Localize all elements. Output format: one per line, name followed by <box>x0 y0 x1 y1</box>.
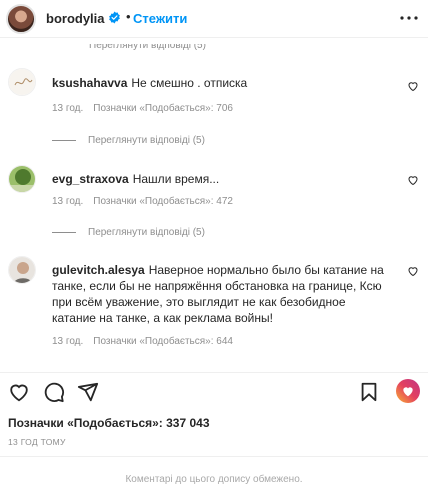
comment-like-heart-icon[interactable] <box>407 174 419 186</box>
heart-story-icon <box>403 387 413 397</box>
post-likes-count[interactable]: Позначки «Подобається»: 337 043 <box>8 416 210 430</box>
comment-meta: 13 год. Позначки «Подобається»: 706 <box>52 103 243 114</box>
comment-body: ksushahavva Не смешно . отписка <box>52 75 392 91</box>
script-logo-avatar-image <box>9 69 35 95</box>
verified-badge-icon <box>109 11 120 24</box>
comment-like-heart-icon[interactable] <box>407 80 419 92</box>
comment-likes-count[interactable]: Позначки «Подобається»: 472 <box>93 196 233 207</box>
post-time-ago[interactable]: 13 ГОД ТОМУ <box>8 437 66 447</box>
share-send-icon[interactable] <box>77 381 99 403</box>
comments-restricted-note: Коментарі до цього допису обмежено. <box>125 474 303 485</box>
comment-bubble-icon[interactable] <box>43 381 65 403</box>
save-bookmark-icon[interactable] <box>358 381 380 403</box>
replies-divider-line <box>52 231 76 233</box>
story-ring-icon[interactable] <box>396 379 420 403</box>
comments-footer: Коментарі до цього допису обмежено. <box>0 456 428 502</box>
comment-likes-count[interactable]: Позначки «Подобається»: 644 <box>93 336 233 347</box>
author-avatar[interactable] <box>6 4 36 34</box>
comment-meta: 13 год. Позначки «Подобається»: 472 <box>52 196 243 207</box>
like-heart-icon[interactable] <box>8 381 30 403</box>
post-action-bar <box>0 372 428 410</box>
post-header: borodylia • Стежити <box>0 0 428 38</box>
comment-body: evg_straxova Нашли время... <box>52 171 392 187</box>
comment-body: gulevitch.alesya Наверное нормально было … <box>52 262 392 326</box>
view-replies-label[interactable]: Переглянути відповіді (5) <box>88 227 205 238</box>
comment-likes-count[interactable]: Позначки «Подобається»: 706 <box>93 103 233 114</box>
comment-time[interactable]: 13 год. <box>52 196 83 207</box>
more-options-icon[interactable] <box>397 6 421 30</box>
comment-meta: 13 год. Позначки «Подобається»: 644 <box>52 336 243 347</box>
comment-text: Нашли время... <box>132 172 220 186</box>
comment-time[interactable]: 13 год. <box>52 103 83 114</box>
commenter-username[interactable]: gulevitch.alesya <box>52 263 145 277</box>
view-replies-link-partial[interactable]: Переглянути відповіді (5) <box>89 44 206 51</box>
view-replies-link[interactable]: Переглянути відповіді (5) <box>52 227 205 238</box>
author-username[interactable]: borodylia <box>46 11 105 26</box>
comment-like-heart-icon[interactable] <box>407 265 419 277</box>
nature-avatar-image <box>9 166 35 192</box>
commenter-username[interactable]: ksushahavva <box>52 76 127 90</box>
header-separator: • <box>126 9 131 24</box>
view-replies-link[interactable]: Переглянути відповіді (5) <box>52 135 205 146</box>
person-avatar-image <box>9 257 35 283</box>
comment-text: Не смешно . отписка <box>131 76 248 90</box>
commenter-username[interactable]: evg_straxova <box>52 172 129 186</box>
follow-button[interactable]: Стежити <box>133 11 187 26</box>
commenter-avatar[interactable] <box>8 68 36 96</box>
comment-time[interactable]: 13 год. <box>52 336 83 347</box>
commenter-avatar[interactable] <box>8 256 36 284</box>
replies-divider-line <box>52 139 76 141</box>
view-replies-label[interactable]: Переглянути відповіді (5) <box>88 135 205 146</box>
commenter-avatar[interactable] <box>8 165 36 193</box>
